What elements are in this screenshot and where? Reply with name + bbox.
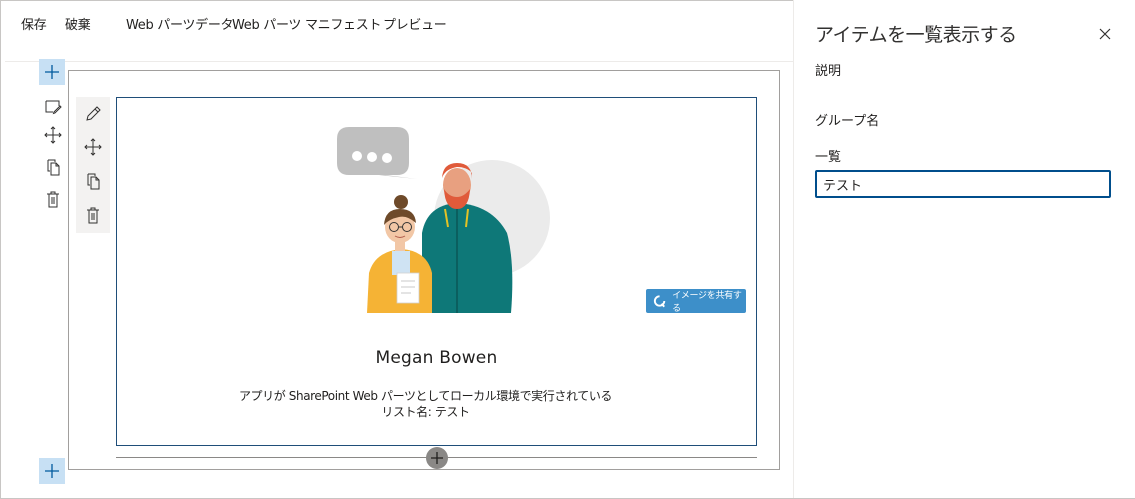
property-pane: アイテムを一覧表示する 説明 グループ名 一覧 <box>793 0 1135 498</box>
webpart-manifest-button[interactable]: Web パーツ マニフェスト <box>232 14 381 33</box>
user-name: Megan Bowen <box>375 348 498 368</box>
webpart-data-button[interactable]: Web パーツデータ <box>126 14 234 33</box>
pencil-icon <box>86 106 101 121</box>
save-button[interactable]: 保存 <box>21 14 47 33</box>
trash-icon <box>87 207 99 224</box>
share-icon <box>653 295 666 308</box>
preview-button[interactable]: プレビュー <box>383 14 447 33</box>
webpart-container[interactable]: イメージを共有する Megan Bowen アプリが SharePoint We… <box>116 97 757 446</box>
plus-icon <box>45 464 59 478</box>
trash-icon <box>47 191 59 208</box>
move-icon <box>44 126 62 144</box>
list-field-label: 一覧 <box>815 150 842 165</box>
people-illustration <box>337 127 550 313</box>
share-image-button[interactable]: イメージを共有する <box>646 289 746 314</box>
toolbar-divider <box>5 61 793 62</box>
plus-icon <box>45 65 59 79</box>
list-name-input[interactable] <box>815 170 1111 198</box>
add-section-button-bottom[interactable] <box>39 458 65 484</box>
move-icon <box>84 138 102 156</box>
delete-section-button[interactable] <box>41 187 65 211</box>
top-toolbar: 保存 破棄 Web パーツデータ Web パーツ マニフェスト プレビュー <box>0 0 793 46</box>
panel-title: アイテムを一覧表示する <box>815 24 1017 46</box>
copy-section-button[interactable] <box>41 155 65 179</box>
webpart-description: アプリが SharePoint Web パーツとしてローカル環境で実行されている… <box>117 388 734 420</box>
add-section-button-top[interactable] <box>39 59 65 85</box>
webpart-toolbar <box>76 97 110 233</box>
copy-icon <box>47 159 60 176</box>
edit-section-icon <box>45 100 62 115</box>
edit-webpart-button[interactable] <box>81 102 105 126</box>
copy-icon <box>87 173 100 190</box>
close-icon <box>1099 28 1111 40</box>
description-label: 説明 <box>815 64 842 79</box>
add-webpart-button[interactable] <box>426 447 448 469</box>
description-line-2: リスト名: テスト <box>381 405 470 419</box>
copy-webpart-button[interactable] <box>81 169 105 193</box>
discard-button[interactable]: 破棄 <box>65 14 91 33</box>
description-line-1: アプリが SharePoint Web パーツとしてローカル環境で実行されている <box>238 389 613 403</box>
close-panel-button[interactable] <box>1094 23 1116 45</box>
move-webpart-button[interactable] <box>81 135 105 159</box>
group-name-label: グループ名 <box>815 114 880 129</box>
share-button-label: イメージを共有する <box>672 291 742 314</box>
plus-icon <box>431 452 443 464</box>
edit-section-button[interactable] <box>41 94 65 118</box>
move-section-button[interactable] <box>41 123 65 147</box>
delete-webpart-button[interactable] <box>81 203 105 227</box>
